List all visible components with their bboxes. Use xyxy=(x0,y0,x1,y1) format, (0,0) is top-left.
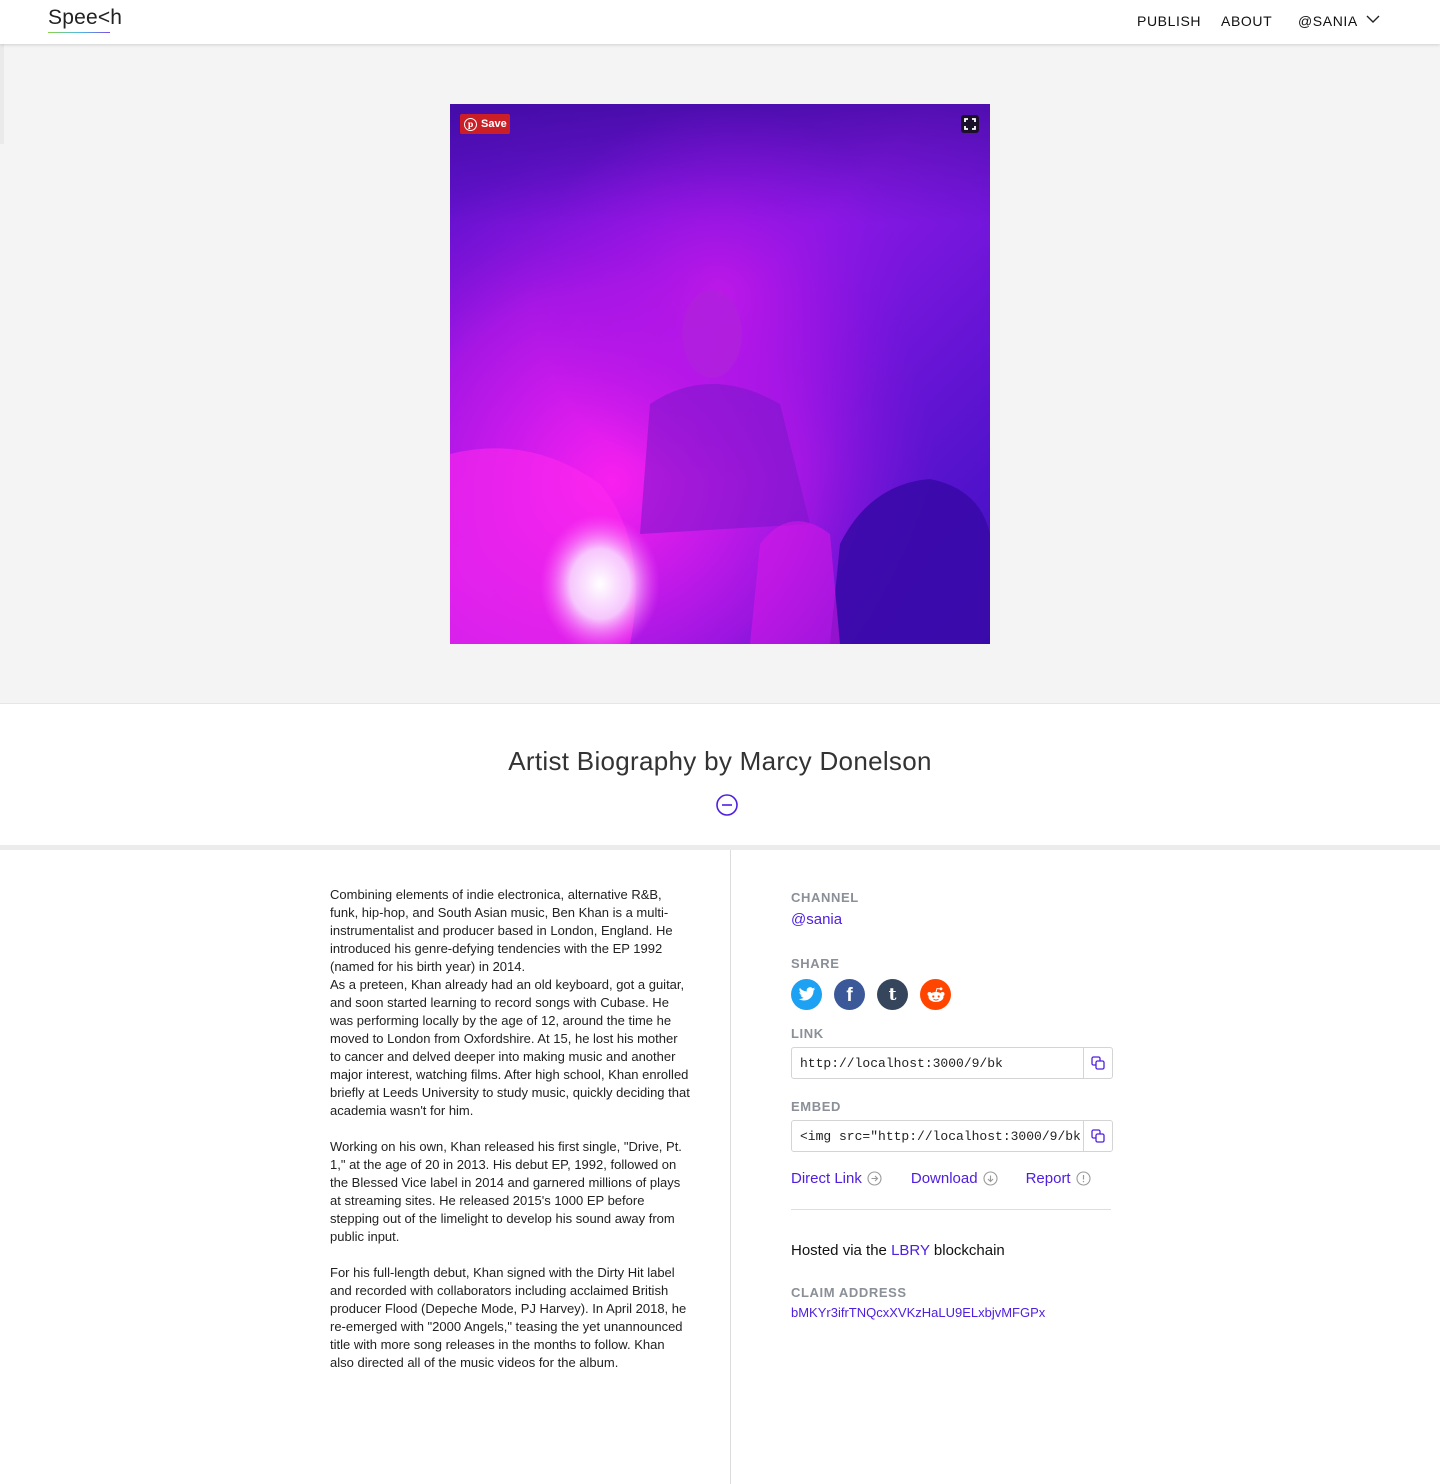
facebook-glyph: f xyxy=(846,985,853,1006)
lbry-link[interactable]: LBRY xyxy=(891,1242,930,1259)
copy-icon xyxy=(1091,1056,1105,1070)
tumblr-icon[interactable]: t xyxy=(877,979,908,1010)
link-label: LINK xyxy=(791,1026,824,1041)
claim-address-label: CLAIM ADDRESS xyxy=(791,1285,907,1300)
details-sidebar: CHANNEL @sania SHARE f t LINK http://loc… xyxy=(791,890,1113,1320)
hosted-suffix: blockchain xyxy=(933,1242,1005,1259)
page-title: Artist Biography by Marcy Donelson xyxy=(508,746,932,776)
share-label: SHARE xyxy=(791,956,840,971)
twitter-icon[interactable] xyxy=(791,979,822,1010)
nav-about-link[interactable]: ABOUT xyxy=(1221,13,1272,29)
download-button[interactable]: Download xyxy=(911,1170,998,1187)
collapse-minus-icon[interactable] xyxy=(715,793,739,817)
pinterest-save-button[interactable]: p Save xyxy=(460,114,510,134)
concert-photo[interactable] xyxy=(450,104,990,644)
link-field xyxy=(791,1047,1113,1079)
nav-publish-link[interactable]: PUBLISH xyxy=(1137,13,1201,29)
biography-text: Combining elements of indie electronica,… xyxy=(330,886,690,1390)
pinterest-save-label: Save xyxy=(481,118,507,130)
sidebar-divider xyxy=(791,1209,1111,1210)
nav-user-menu[interactable]: @SANIA xyxy=(1298,13,1358,29)
bio-paragraph: Combining elements of indie electronica,… xyxy=(330,887,690,1118)
download-label: Download xyxy=(910,1170,978,1187)
top-navbar: Spee<h PUBLISH ABOUT @SANIA xyxy=(0,0,1440,44)
column-divider xyxy=(730,850,731,1484)
channel-label: CHANNEL xyxy=(791,890,859,905)
hosted-via-text: Hosted via the LBRY blockchain xyxy=(791,1242,1113,1259)
copy-icon xyxy=(1091,1129,1105,1143)
embed-input[interactable] xyxy=(792,1121,1083,1151)
fullscreen-icon[interactable] xyxy=(960,114,980,134)
bio-paragraph: For his full-length debut, Khan signed w… xyxy=(330,1265,687,1370)
arrow-right-circle-icon xyxy=(867,1171,882,1186)
chevron-down-icon[interactable] xyxy=(1366,14,1380,24)
report-label: Report xyxy=(1025,1170,1071,1187)
alert-circle-icon xyxy=(1076,1171,1091,1186)
bio-paragraph: Working on his own, Khan released his fi… xyxy=(330,1139,682,1244)
channel-link[interactable]: @sania xyxy=(791,911,1113,928)
tumblr-glyph: t xyxy=(888,984,897,1005)
embed-label: EMBED xyxy=(791,1099,841,1114)
reddit-icon[interactable] xyxy=(920,979,951,1010)
share-buttons: f t xyxy=(791,979,1113,1010)
copy-link-button[interactable] xyxy=(1083,1048,1112,1078)
direct-link-label: Direct Link xyxy=(791,1170,862,1187)
section-divider xyxy=(0,845,1440,850)
hosted-prefix: Hosted via the xyxy=(791,1242,887,1259)
logo-underline xyxy=(48,32,110,33)
file-actions: Direct Link Download Report xyxy=(791,1170,1113,1187)
report-button[interactable]: Report xyxy=(1026,1170,1091,1187)
embed-field xyxy=(791,1120,1113,1152)
site-logo[interactable]: Spee<h xyxy=(48,6,122,30)
copy-embed-button[interactable] xyxy=(1083,1121,1112,1151)
title-section: Artist Biography by Marcy Donelson xyxy=(0,704,1440,846)
facebook-icon[interactable]: f xyxy=(834,979,865,1010)
direct-link-button[interactable]: Direct Link xyxy=(791,1170,882,1187)
media-stage-edge xyxy=(0,44,4,144)
claim-address-link[interactable]: bMKYr3ifrTNQcxXVKzHaLU9ELxbjvMFGPx xyxy=(791,1305,1113,1320)
pinterest-icon: p xyxy=(464,117,477,131)
arrow-down-circle-icon xyxy=(983,1171,998,1186)
link-input[interactable] xyxy=(792,1048,1083,1078)
